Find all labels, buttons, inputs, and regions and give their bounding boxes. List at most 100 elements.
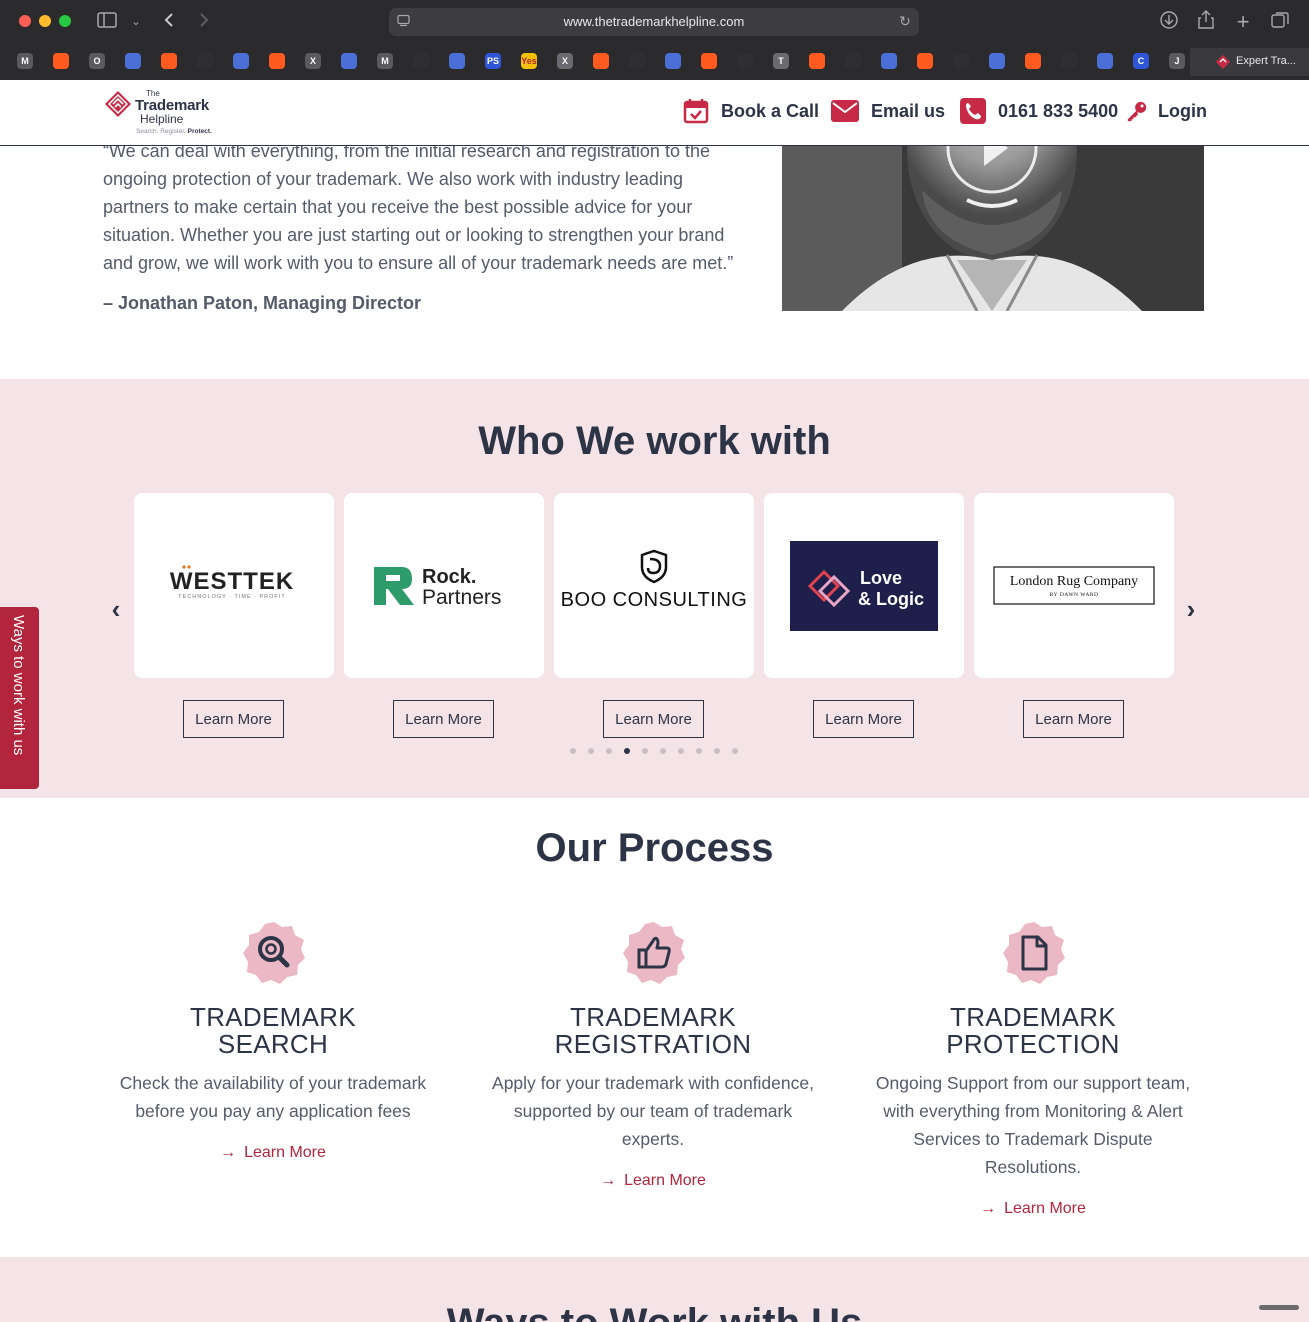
tab-favicon-icon[interactable] bbox=[125, 53, 141, 69]
share-icon[interactable] bbox=[1194, 10, 1218, 34]
step-search-learn-more[interactable]: → Learn More bbox=[103, 1144, 443, 1162]
carousel-dot[interactable] bbox=[606, 748, 612, 754]
westtek-logo-tagline: TECHNOLOGY · TIME · PROFIT bbox=[178, 594, 285, 600]
tab-favicon-icon[interactable] bbox=[1097, 53, 1113, 69]
tab-favicon-icon[interactable] bbox=[269, 53, 285, 69]
carousel-dot[interactable] bbox=[678, 748, 684, 754]
tab-favicon-icon[interactable]: J bbox=[1169, 53, 1185, 69]
tab-favicon-icon[interactable] bbox=[701, 53, 717, 69]
carousel-next-arrow-icon[interactable]: › bbox=[1181, 596, 1201, 622]
nav-book-call[interactable]: Book a Call bbox=[683, 96, 819, 126]
tab-favicon-icon[interactable] bbox=[917, 53, 933, 69]
site-logo[interactable]: The Trademark Helpline Search. Register.… bbox=[104, 88, 224, 136]
rock-logo-name-b: Partners bbox=[422, 586, 501, 609]
tab-favicon-icon[interactable] bbox=[53, 53, 69, 69]
tab-favicon-icon[interactable]: PS bbox=[485, 53, 501, 69]
tab-favicon-icon[interactable] bbox=[197, 53, 213, 69]
maximize-window-button[interactable] bbox=[59, 15, 71, 27]
step-registration-learn-more[interactable]: → Learn More bbox=[483, 1172, 823, 1190]
logo-tagline: Search. Register. Protect. bbox=[136, 128, 212, 135]
partner-card-london-rug[interactable]: London Rug Company BY DAWN WARD bbox=[974, 493, 1174, 678]
active-tab-title: Expert Tra... bbox=[1236, 55, 1296, 67]
carousel-dot[interactable] bbox=[732, 748, 738, 754]
tab-favicon-icon[interactable] bbox=[809, 53, 825, 69]
carousel-dot[interactable] bbox=[588, 748, 594, 754]
nav-login[interactable]: Login bbox=[1126, 96, 1207, 126]
logo-mark-icon bbox=[105, 91, 131, 117]
partner-card-rock-partners[interactable]: Rock. Partners bbox=[344, 493, 544, 678]
step-protection-text: Ongoing Support from our support team, w… bbox=[875, 1073, 1191, 1177]
tab-favicon-icon[interactable]: M bbox=[17, 53, 33, 69]
tab-favicon-icon[interactable] bbox=[593, 53, 609, 69]
new-tab-icon[interactable]: + bbox=[1231, 10, 1255, 34]
address-bar[interactable]: www.thetrademarkhelpline.com ↻ bbox=[389, 8, 919, 36]
arrow-right-icon: → bbox=[980, 1200, 997, 1217]
tab-favicon-icon[interactable] bbox=[413, 53, 429, 69]
step-registration-text: Apply for your trademark with confidence… bbox=[492, 1073, 814, 1149]
tab-strip: Expert Tra... M O X M PS Yes X T C J bbox=[0, 48, 1309, 76]
learn-more-button-rock-partners[interactable]: Learn More bbox=[393, 700, 494, 738]
ways-to-work-side-tab[interactable]: Ways to work with us bbox=[0, 607, 39, 789]
tab-favicon-icon[interactable] bbox=[845, 53, 861, 69]
nav-book-call-label: Book a Call bbox=[721, 100, 820, 121]
side-tab-label: Ways to work with us bbox=[10, 615, 27, 756]
tab-favicon-icon[interactable]: X bbox=[557, 53, 573, 69]
carousel-dot[interactable] bbox=[696, 748, 702, 754]
document-icon bbox=[1003, 922, 1065, 984]
tab-favicon-icon[interactable] bbox=[953, 53, 969, 69]
process-title: Our Process bbox=[535, 826, 774, 870]
download-icon[interactable] bbox=[1157, 10, 1181, 34]
step-protection-learn-more[interactable]: → Learn More bbox=[863, 1200, 1203, 1218]
tab-overview-icon[interactable] bbox=[1268, 10, 1292, 34]
rock-logo-name-a: Rock. bbox=[422, 566, 476, 588]
tab-favicon-icon[interactable] bbox=[161, 53, 177, 69]
tab-favicon-icon[interactable] bbox=[629, 53, 645, 69]
page-scrollbar[interactable] bbox=[1259, 1305, 1299, 1310]
carousel-dot[interactable] bbox=[642, 748, 648, 754]
nav-phone[interactable]: 0161 833 5400 bbox=[960, 96, 1118, 126]
carousel-dot[interactable] bbox=[570, 748, 576, 754]
learn-more-button-westtek[interactable]: Learn More bbox=[183, 700, 284, 738]
thumbs-up-icon bbox=[623, 922, 685, 984]
tab-favicon-icon[interactable]: T bbox=[773, 53, 789, 69]
learn-more-button-london-rug[interactable]: Learn More bbox=[1023, 700, 1124, 738]
tab-favicon-icon[interactable] bbox=[449, 53, 465, 69]
partner-card-westtek[interactable]: WESTTEK TECHNOLOGY · TIME · PROFIT bbox=[134, 493, 334, 678]
minimize-window-button[interactable] bbox=[39, 15, 51, 27]
tab-favicon-icon[interactable] bbox=[233, 53, 249, 69]
active-tab[interactable]: Expert Tra... bbox=[1190, 48, 1309, 76]
forward-arrow-icon[interactable] bbox=[192, 10, 216, 34]
chevron-down-icon[interactable]: ⌄ bbox=[124, 10, 148, 34]
reload-icon[interactable]: ↻ bbox=[897, 13, 913, 29]
learn-more-button-love-logic[interactable]: Learn More bbox=[813, 700, 914, 738]
tab-favicon-icon[interactable]: C bbox=[1133, 53, 1149, 69]
tab-favicon-icon[interactable]: O bbox=[89, 53, 105, 69]
url-text[interactable]: www.thetrademarkhelpline.com bbox=[389, 14, 919, 29]
tab-favicon-icon[interactable] bbox=[665, 53, 681, 69]
tab-favicon-icon[interactable] bbox=[341, 53, 357, 69]
browser-chrome: ⌄ www.thetrademarkhelpline.com ↻ + Exper… bbox=[0, 0, 1309, 80]
close-window-button[interactable] bbox=[19, 15, 31, 27]
sidebar-toggle-icon[interactable] bbox=[95, 10, 119, 34]
carousel-prev-arrow-icon[interactable]: ‹ bbox=[106, 596, 126, 622]
tab-favicon-icon[interactable]: Yes bbox=[521, 53, 537, 69]
tab-favicon-icon[interactable]: M bbox=[377, 53, 393, 69]
arrow-right-icon: → bbox=[220, 1144, 237, 1161]
tab-favicon-icon[interactable] bbox=[989, 53, 1005, 69]
back-arrow-icon[interactable] bbox=[157, 10, 181, 34]
tab-favicon-icon[interactable] bbox=[881, 53, 897, 69]
nav-email[interactable]: Email us bbox=[831, 96, 945, 126]
partner-card-boo-consulting[interactable]: BOO CONSULTING bbox=[554, 493, 754, 678]
carousel-dot[interactable] bbox=[714, 748, 720, 754]
love-logic-name-a: Love bbox=[860, 568, 902, 588]
tab-favicon-icon[interactable] bbox=[1061, 53, 1077, 69]
carousel-dot[interactable] bbox=[624, 748, 630, 754]
video-thumbnail[interactable] bbox=[782, 130, 1204, 311]
partner-card-love-logic[interactable]: Love & Logic bbox=[764, 493, 964, 678]
tab-favicon-icon[interactable] bbox=[737, 53, 753, 69]
tab-favicon-icon[interactable]: X bbox=[305, 53, 321, 69]
carousel-dot[interactable] bbox=[660, 748, 666, 754]
learn-more-button-boo-consulting[interactable]: Learn More bbox=[603, 700, 704, 738]
tab-favicon-icon[interactable] bbox=[1025, 53, 1041, 69]
step-protection-title: TRADEMARK PROTECTION bbox=[946, 1002, 1120, 1059]
